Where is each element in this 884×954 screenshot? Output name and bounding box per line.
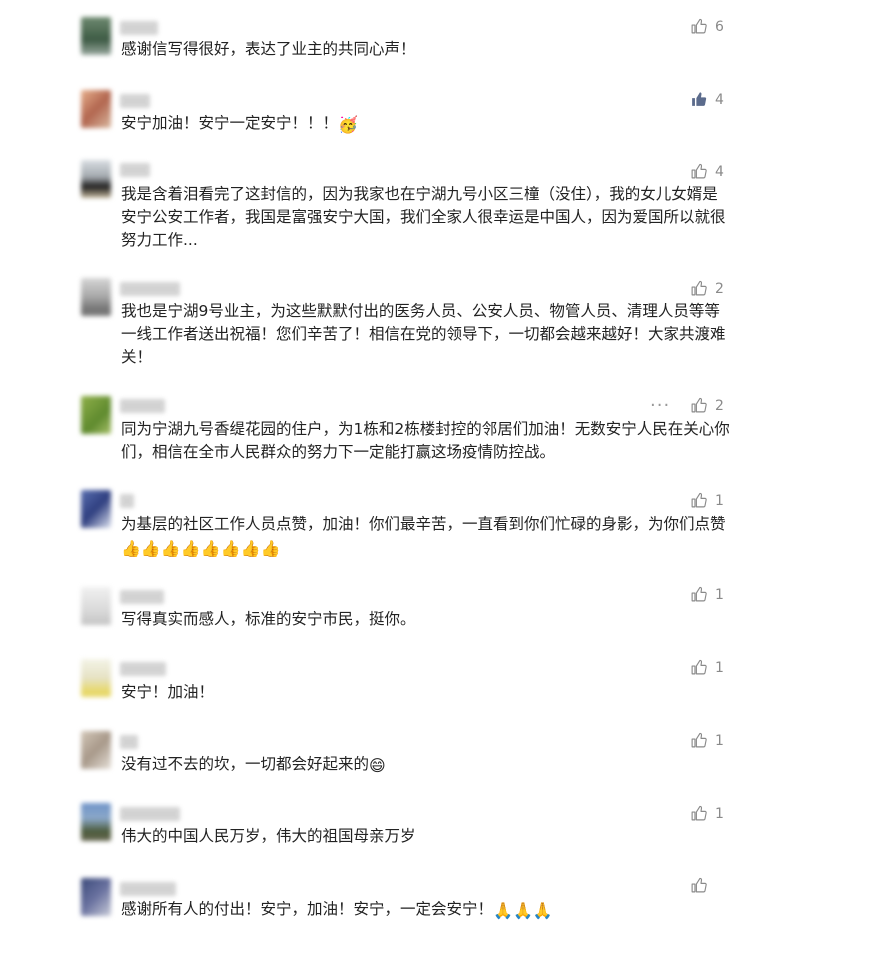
comment-text: 同为宁湖九号香缇花园的住户，为1栋和2栋楼封控的邻居们加油！无数安宁人民在关心你… — [121, 418, 731, 464]
comment-text-body: 写得真实而感人，标准的安宁市民，挺你。 — [121, 610, 416, 628]
comment-text-body: 安宁！加油！ — [121, 683, 215, 701]
thumbs-up-icon — [691, 280, 707, 296]
thumbs-up-icon — [691, 732, 707, 748]
avatar[interactable] — [81, 803, 111, 841]
like-button[interactable] — [690, 877, 715, 894]
thumbs-up-icon — [691, 492, 707, 508]
thumbs-up-icon — [691, 18, 707, 34]
more-options-button[interactable]: ··· — [650, 395, 670, 416]
thumbs-up-icon — [691, 659, 707, 675]
like-button[interactable]: 2 — [690, 280, 724, 297]
comment-text: 我是含着泪看完了这封信的，因为我家也在宁湖九号小区三橦（没住），我的女儿女婿是安… — [121, 183, 731, 252]
avatar[interactable] — [81, 278, 111, 316]
like-count: 6 — [715, 18, 724, 35]
like-button[interactable]: 2 — [690, 397, 724, 414]
username-blurred[interactable] — [120, 494, 134, 508]
like-button[interactable]: 1 — [690, 586, 724, 603]
comment-text: 安宁！加油！ — [121, 681, 731, 704]
username-blurred[interactable] — [120, 735, 138, 749]
thumbs-up-icon — [691, 397, 707, 413]
comment-text: 我也是宁湖9号业主，为这些默默付出的医务人员、公安人员、物管人员、清理人员等等一… — [121, 300, 731, 369]
username-blurred[interactable] — [120, 21, 158, 35]
comment-text: 写得真实而感人，标准的安宁市民，挺你。 — [121, 608, 731, 631]
username-blurred[interactable] — [120, 399, 165, 413]
like-button[interactable]: 1 — [690, 492, 724, 509]
like-button[interactable]: 1 — [690, 659, 724, 676]
comment-text-body: 没有过不去的坎，一切都会好起来的 — [121, 755, 370, 773]
comment-text-body: 感谢信写得很好，表达了业主的共同心声！ — [121, 40, 416, 58]
avatar[interactable] — [81, 731, 111, 769]
like-count: 2 — [715, 280, 724, 297]
avatar[interactable] — [81, 490, 111, 528]
comment-text: 没有过不去的坎，一切都会好起来的😄 — [121, 753, 731, 777]
comment-text-body: 安宁加油！安宁一定安宁！！！ — [121, 114, 339, 132]
avatar[interactable] — [81, 659, 111, 697]
thumbs-up-filled-icon — [692, 92, 707, 106]
comment-text-body: 同为宁湖九号香缇花园的住户，为1栋和2栋楼封控的邻居们加油！无数安宁人民在关心你… — [121, 420, 730, 461]
username-blurred[interactable] — [120, 882, 176, 896]
username-blurred[interactable] — [120, 163, 150, 177]
comment-text-body: 感谢所有人的付出！安宁，加油！安宁，一定会安宁！ — [121, 900, 494, 918]
thumbs-up-icon — [691, 586, 707, 602]
like-button[interactable]: 4 — [690, 163, 724, 180]
like-button[interactable]: 6 — [690, 18, 724, 35]
thumbs-up-icon — [691, 877, 707, 893]
like-count: 2 — [715, 397, 724, 414]
comment-text: 安宁加油！安宁一定安宁！！！🥳 — [121, 112, 731, 136]
avatar[interactable] — [81, 17, 111, 55]
username-blurred[interactable] — [120, 282, 180, 296]
username-blurred[interactable] — [120, 662, 166, 676]
like-button[interactable]: 1 — [690, 805, 724, 822]
like-count: 1 — [715, 586, 724, 603]
like-button[interactable]: 1 — [690, 732, 724, 749]
comment-text: 感谢所有人的付出！安宁，加油！安宁，一定会安宁！🙏🙏🙏 — [121, 898, 731, 922]
grinning-face-emoji: 😄 — [369, 756, 386, 775]
partying-face-emoji: 🥳 — [338, 115, 358, 134]
like-count: 4 — [715, 91, 724, 108]
folded-hands-emoji: 🙏🙏🙏 — [493, 901, 553, 920]
comment-text: 伟大的中国人民万岁，伟大的祖国母亲万岁 — [121, 825, 731, 848]
comment-text-body: 伟大的中国人民万岁，伟大的祖国母亲万岁 — [121, 827, 416, 845]
like-count: 1 — [715, 732, 724, 749]
thumbs-up-icon — [691, 805, 707, 821]
thumbs-up-emoji: 👍👍👍👍👍👍👍👍 — [121, 539, 281, 558]
comment-text: 为基层的社区工作人员点赞，加油！你们最辛苦，一直看到你们忙碌的身影，为你们点赞 👍… — [121, 513, 731, 560]
like-count: 1 — [715, 659, 724, 676]
comment-text-body: 我是含着泪看完了这封信的，因为我家也在宁湖九号小区三橦（没住），我的女儿女婿是安… — [121, 185, 726, 249]
like-count: 4 — [715, 163, 724, 180]
avatar[interactable] — [81, 160, 111, 198]
avatar[interactable] — [81, 396, 111, 434]
like-count: 1 — [715, 492, 724, 509]
username-blurred[interactable] — [120, 590, 164, 604]
comment-text-body: 为基层的社区工作人员点赞，加油！你们最辛苦，一直看到你们忙碌的身影，为你们点赞 — [121, 515, 726, 533]
avatar[interactable] — [81, 90, 111, 128]
thumbs-up-icon — [691, 163, 707, 179]
avatar[interactable] — [81, 587, 111, 625]
avatar[interactable] — [81, 878, 111, 916]
like-button[interactable]: 4 — [690, 91, 724, 108]
comment-text: 感谢信写得很好，表达了业主的共同心声！ — [121, 38, 731, 61]
username-blurred[interactable] — [120, 94, 150, 108]
username-blurred[interactable] — [120, 807, 180, 821]
comment-text-body: 我也是宁湖9号业主，为这些默默付出的医务人员、公安人员、物管人员、清理人员等等一… — [121, 302, 726, 366]
like-count: 1 — [715, 805, 724, 822]
